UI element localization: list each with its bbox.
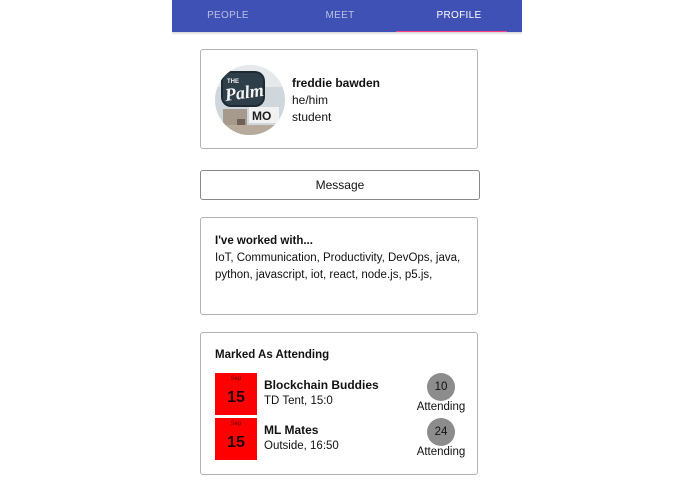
attending-label: Attending xyxy=(416,446,466,458)
tab-bar-shadow xyxy=(172,32,522,35)
tab-profile[interactable]: PROFILE xyxy=(396,0,522,32)
tab-bar: PEOPLE MEET PROFILE xyxy=(172,0,522,32)
event-date-badge[interactable]: Sep 15 xyxy=(215,373,257,415)
profile-card: THE Palm MO freddie bawden he/him studen… xyxy=(200,49,478,149)
attending-title: Marked As Attending xyxy=(215,349,330,361)
attending-card: Marked As Attending Sep 15 Blockchain Bu… xyxy=(200,332,478,475)
event-name[interactable]: ML Mates xyxy=(264,423,318,437)
event-item[interactable]: Sep 15 ML Mates Outside, 16:50 24 Attend… xyxy=(201,418,479,462)
tab-meet[interactable]: MEET xyxy=(284,0,396,32)
profile-pronouns: he/him xyxy=(292,93,329,107)
event-location: TD Tent, 15:0 xyxy=(264,395,333,407)
message-button[interactable]: Message xyxy=(200,170,480,200)
avatar-image: THE Palm MO xyxy=(215,65,285,135)
attendee-count-badge: 10 xyxy=(427,373,455,401)
tab-people[interactable]: PEOPLE xyxy=(172,0,284,32)
skills-card: I've worked with... IoT, Communication, … xyxy=(200,217,478,315)
svg-text:MO: MO xyxy=(252,109,271,123)
attending-label: Attending xyxy=(416,401,466,413)
skills-list: IoT, Communication, Productivity, DevOps… xyxy=(215,252,461,281)
skills-title: I've worked with... xyxy=(215,235,313,247)
profile-name: freddie bawden xyxy=(292,76,381,90)
event-date-badge[interactable]: Sep 15 xyxy=(215,418,257,460)
attendee-count-badge: 24 xyxy=(427,418,455,446)
event-day: 15 xyxy=(227,434,245,451)
avatar: THE Palm MO xyxy=(215,65,285,135)
event-month: Sep xyxy=(230,376,242,382)
event-name[interactable]: Blockchain Buddies xyxy=(264,378,379,392)
event-month: Sep xyxy=(230,421,242,427)
event-day: 15 xyxy=(227,389,245,406)
event-item[interactable]: Sep 15 Blockchain Buddies TD Tent, 15:0 … xyxy=(201,373,479,417)
profile-role: student xyxy=(292,110,332,124)
event-location: Outside, 16:50 xyxy=(264,440,339,452)
